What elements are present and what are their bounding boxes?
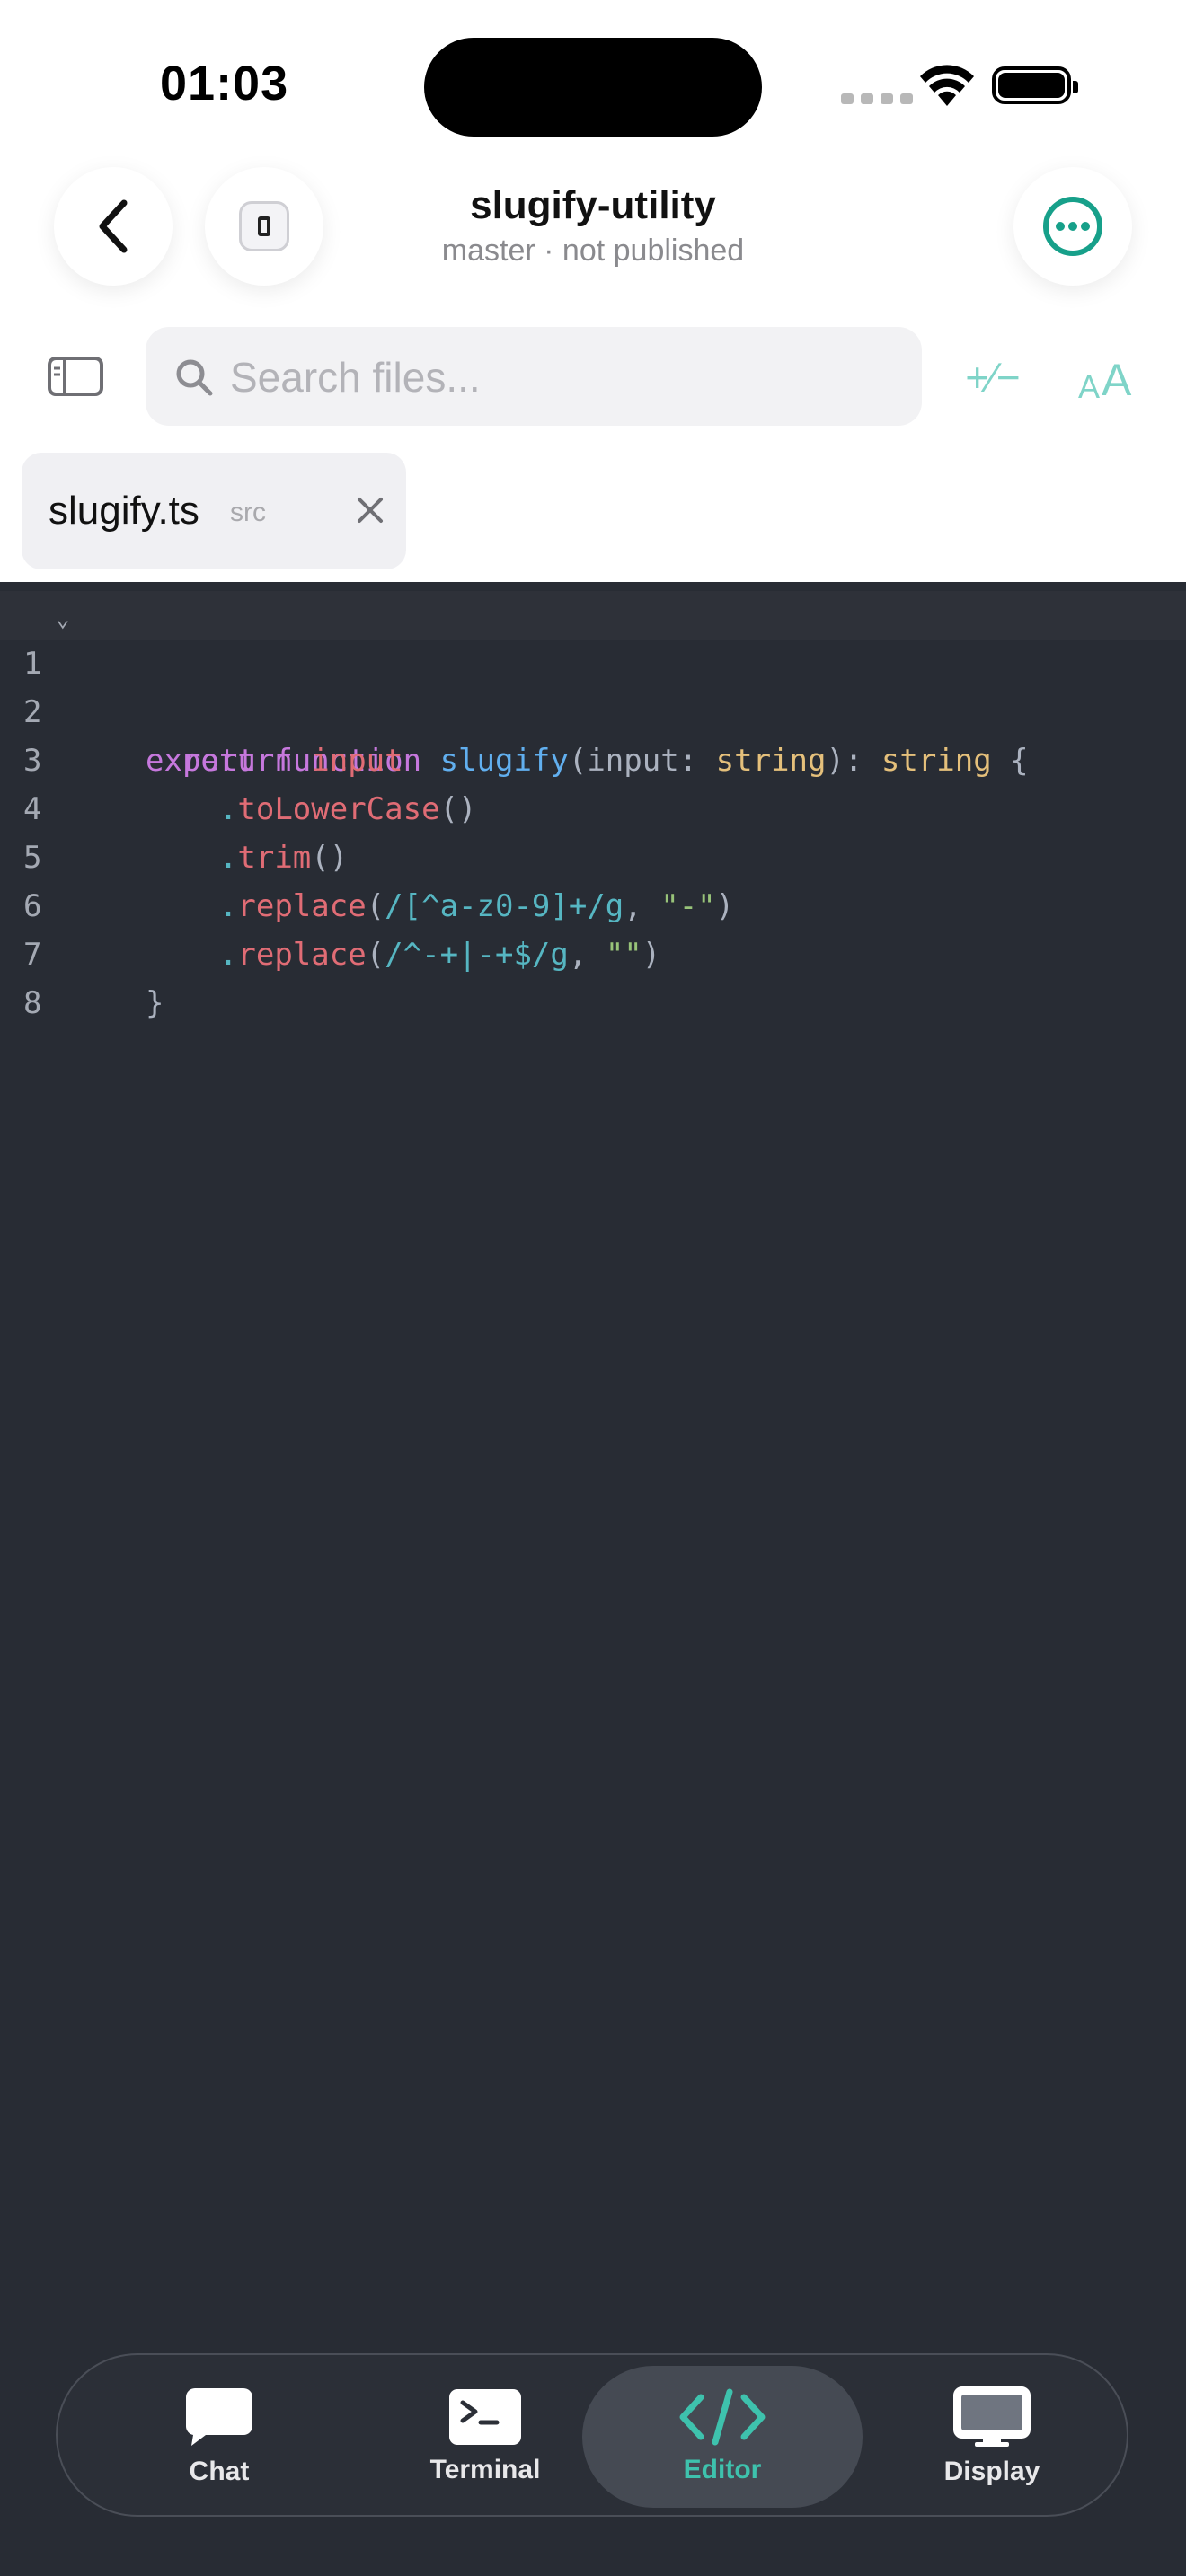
code-line: 8 — [0, 931, 1186, 1021]
code-line: 5 .replace(/[^a-z0-9]+/g, "-") — [0, 785, 1186, 924]
font-size-button[interactable]: AA — [1078, 348, 1131, 406]
branch-status: master · not published — [441, 234, 745, 268]
code-editor[interactable]: 1 ⌄ export function slugify(input: strin… — [0, 582, 1186, 2576]
monitor-icon — [953, 2386, 1031, 2447]
sidebar-toggle-icon[interactable] — [47, 356, 104, 397]
code-brackets-icon — [679, 2388, 766, 2446]
tab-chat-label: Chat — [189, 2457, 250, 2486]
battery-icon — [992, 66, 1078, 104]
line-number: 8 — [23, 985, 42, 1021]
tab-display-label: Display — [943, 2457, 1040, 2486]
search-icon — [176, 359, 213, 396]
more-options-button[interactable] — [1013, 167, 1132, 286]
search-bar[interactable] — [146, 327, 922, 426]
code-line: 3 .toLowerCase() — [0, 688, 1186, 827]
search-input[interactable] — [228, 347, 897, 408]
wifi-icon — [920, 65, 974, 106]
chat-bubble-icon — [185, 2388, 252, 2446]
ellipsis-circle-icon — [1043, 197, 1102, 256]
tab-editor-label: Editor — [683, 2455, 762, 2484]
tab-terminal[interactable]: Terminal — [404, 2355, 566, 2519]
top-panel: 01:03 slugify-utility master · not publi… — [0, 0, 1186, 582]
tab-chat[interactable]: Chat — [156, 2355, 282, 2519]
code-line: 7 } — [0, 882, 1186, 1021]
terminal-icon — [449, 2389, 521, 2445]
dynamic-island — [424, 38, 762, 137]
code-text: } — [146, 979, 164, 1028]
close-icon — [358, 498, 383, 523]
cellular-signal-icon — [841, 93, 913, 104]
fold-chevron-icon[interactable]: ⌄ — [56, 595, 70, 643]
bottom-tab-bar: Chat Terminal Editor Display — [56, 2353, 1128, 2517]
code-line: 4 .trim() — [0, 737, 1186, 876]
tab-directory: src — [230, 498, 266, 527]
tab-terminal-label: Terminal — [429, 2455, 541, 2484]
code-token: } — [146, 985, 164, 1021]
status-time: 01:03 — [160, 57, 289, 110]
tab-filename: slugify.ts — [49, 489, 199, 533]
font-size-small-glyph: A — [1078, 368, 1101, 405]
diff-toggle-button[interactable]: +∕− — [961, 348, 1024, 406]
tab-editor[interactable]: Editor — [582, 2355, 863, 2519]
code-line: 6 .replace(/^-+|-+$/g, "") — [0, 834, 1186, 973]
file-tab[interactable]: slugify.ts src — [22, 453, 406, 569]
code-line: 2 return input — [0, 640, 1186, 779]
close-tab-button[interactable] — [345, 485, 395, 535]
tab-display[interactable]: Display — [920, 2355, 1064, 2519]
code-line: 1 ⌄ export function slugify(input: strin… — [0, 591, 1186, 779]
page-title: slugify-utility — [470, 183, 716, 227]
font-size-big-glyph: A — [1102, 355, 1132, 405]
